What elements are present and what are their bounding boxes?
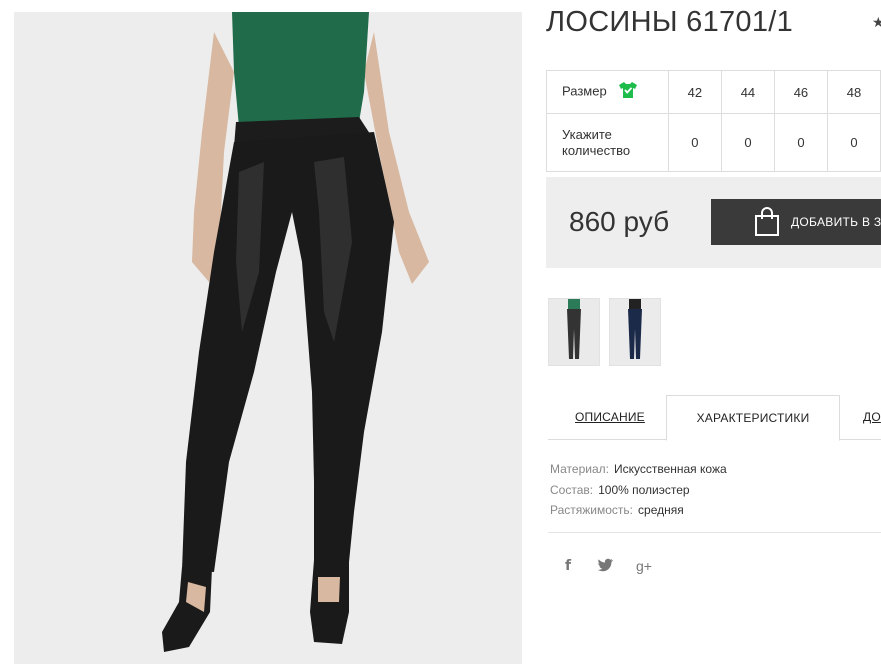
spec-row: Растяжимость: средняя — [550, 500, 727, 521]
quantity-input[interactable]: 0 — [720, 113, 775, 172]
quantity-input[interactable]: 0 — [826, 113, 881, 172]
thumbnail-black[interactable] — [548, 298, 600, 366]
spec-key: Растяжимость: — [550, 503, 634, 517]
add-to-cart-button[interactable]: ДОБАВИТЬ В З — [711, 199, 881, 245]
spec-key: Состав: — [550, 482, 594, 497]
spec-row: Состав: 100% полиэстер — [550, 480, 727, 501]
quantity-input[interactable]: 0 — [773, 113, 828, 172]
spec-key: Материал: — [550, 462, 609, 476]
google-plus-icon[interactable]: g+ — [636, 558, 652, 574]
add-to-cart-label: ДОБАВИТЬ В З — [791, 215, 881, 229]
quantity-input[interactable]: 0 — [667, 113, 722, 172]
spec-row: Материал: Искусственная кожа — [550, 459, 727, 480]
product-price: 860 руб — [569, 206, 670, 237]
spec-value: средняя — [638, 503, 684, 517]
size-option[interactable]: 48 — [826, 70, 881, 114]
quantity-row: Укажите количество 0 0 0 0 — [546, 113, 881, 172]
size-option[interactable]: 42 — [667, 70, 722, 114]
tshirt-check-icon[interactable] — [618, 81, 638, 103]
product-main-image[interactable] — [14, 12, 522, 664]
size-option[interactable]: 44 — [720, 70, 775, 114]
size-row: Размер 42 44 46 48 — [546, 70, 881, 114]
specs-list: Материал: Искусственная кожа Состав: 100% … — [550, 459, 727, 521]
thumbnail-navy[interactable] — [609, 298, 661, 366]
quantity-label-line2: количество — [562, 142, 631, 158]
model-figure — [14, 12, 522, 664]
price-panel: 860 руб ДОБАВИТЬ В З — [546, 177, 881, 268]
tab-description[interactable]: ОПИСАНИЕ — [575, 395, 645, 439]
quantity-label-line1: Укажите — [562, 126, 612, 142]
star-icon[interactable]: ★ — [872, 14, 881, 31]
product-title: ЛОСИНЫ 61701/1 — [546, 6, 794, 38]
quantity-row-header: Укажите количество — [546, 113, 669, 172]
shopping-bag-icon — [753, 207, 781, 242]
size-label: Размер — [562, 83, 607, 99]
divider — [548, 532, 881, 533]
tab-more[interactable]: ДО — [863, 395, 881, 439]
size-option[interactable]: 46 — [773, 70, 828, 114]
facebook-icon[interactable]: f — [565, 558, 571, 574]
size-row-header: Размер — [546, 70, 669, 114]
size-quantity-table: Размер 42 44 46 48 Укажите количество 0 … — [546, 70, 881, 172]
twitter-icon[interactable] — [598, 558, 614, 575]
tab-specs[interactable]: ХАРАКТЕРИСТИКИ — [666, 395, 840, 441]
spec-value: 100% полиэстер — [598, 482, 690, 497]
spec-value: Искусственная кожа — [613, 462, 727, 476]
